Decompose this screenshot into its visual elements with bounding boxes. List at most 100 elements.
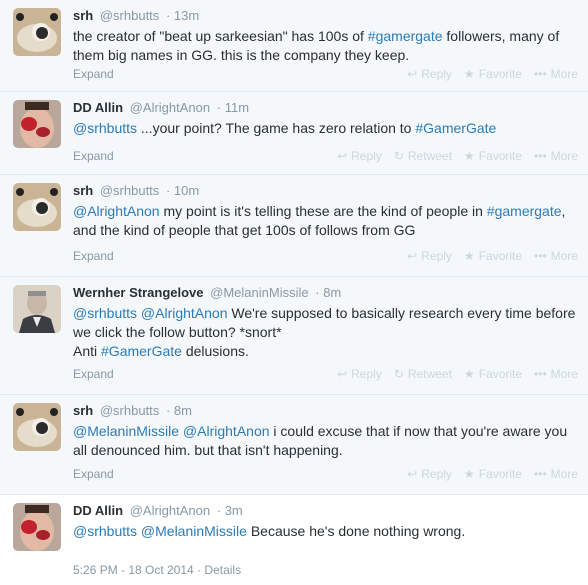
tweet-text: @MelaninMissile @AlrightAnon i could exc… — [73, 422, 578, 460]
tweet-timestamp[interactable]: 11m — [225, 100, 249, 115]
separator-dot: · — [216, 100, 222, 115]
tweet-username[interactable]: @AlrightAnon — [130, 503, 210, 518]
favorite-button[interactable]: ★ Favorite — [464, 247, 522, 265]
retweet-icon: ↻ — [393, 149, 404, 163]
reply-button[interactable]: ↩ Reply — [407, 247, 452, 265]
hashtag-link[interactable]: #gamergate — [487, 203, 562, 219]
reply-label: Reply — [421, 67, 452, 81]
more-icon: ••• — [534, 249, 547, 263]
tweet-text: @AlrightAnon my point is it's telling th… — [73, 202, 578, 240]
avatar-dd-allin[interactable] — [13, 503, 61, 551]
mention-link[interactable]: @AlrightAnon — [183, 423, 270, 439]
tweet-fullname[interactable]: srh — [73, 8, 93, 23]
tweet-text: the creator of "beat up sarkeesian" has … — [73, 27, 578, 65]
tweet-username[interactable]: @srhbutts — [100, 183, 159, 198]
tweet-timestamp[interactable]: 8m — [323, 285, 341, 300]
favorite-icon: ★ — [463, 149, 475, 163]
mention-link[interactable]: @srhbutts — [73, 523, 137, 539]
more-button[interactable]: ••• More — [534, 465, 578, 483]
tweet-3[interactable]: Wernher Strangelove @MelaninMissile · 8m… — [0, 277, 588, 395]
reply-button[interactable]: ↩ Reply — [337, 147, 382, 165]
favorite-icon: ★ — [463, 67, 475, 81]
details-link[interactable]: Details — [204, 563, 241, 577]
avatar-srh[interactable] — [13, 403, 61, 451]
tweet-timestamp[interactable]: 3m — [225, 503, 243, 518]
favorite-button[interactable]: ★ Favorite — [464, 465, 522, 483]
retweet-label: Retweet — [407, 149, 452, 163]
expand-link[interactable]: Expand — [73, 149, 114, 163]
retweet-button[interactable]: ↻ Retweet — [394, 147, 452, 165]
expand-link[interactable]: Expand — [73, 67, 114, 81]
tweet-username[interactable]: @srhbutts — [100, 403, 159, 418]
tweet-0[interactable]: srh @srhbutts · 13m the creator of "beat… — [0, 0, 588, 92]
tweet-2[interactable]: srh @srhbutts · 10m @AlrightAnon my poin… — [0, 175, 588, 277]
mention-link[interactable]: @AlrightAnon — [73, 203, 160, 219]
hashtag-link[interactable]: #GamerGate — [101, 343, 182, 359]
reply-button[interactable]: ↩ Reply — [407, 65, 452, 83]
tweet-fullname[interactable]: DD Allin — [73, 100, 123, 115]
retweet-label: Retweet — [407, 367, 452, 381]
more-icon: ••• — [534, 149, 547, 163]
tweet-timestamp[interactable]: 10m — [174, 183, 199, 198]
tweet-actions: ↩ Reply ★ Favorite ••• More — [395, 247, 578, 265]
tweet-1[interactable]: DD Allin @AlrightAnon · 11m @srhbutts ..… — [0, 92, 588, 175]
tweet-fullname[interactable]: srh — [73, 403, 93, 418]
tweet-actions: ↩ Reply ★ Favorite ••• More — [395, 65, 578, 83]
mention-link[interactable]: @MelaninMissile — [73, 423, 179, 439]
favorite-button[interactable]: ★ Favorite — [464, 365, 522, 383]
reply-button[interactable]: ↩ Reply — [337, 365, 382, 383]
tweet-timestamp[interactable]: 8m — [174, 403, 192, 418]
expand-link[interactable]: Expand — [73, 367, 114, 381]
reply-label: Reply — [351, 149, 382, 163]
tweet-text: @srhbutts ...your point? The game has ze… — [73, 119, 578, 138]
mention-link[interactable]: @srhbutts — [73, 305, 137, 321]
mention-link[interactable]: @MelaninMissile — [141, 523, 247, 539]
mention-link[interactable]: @srhbutts — [73, 120, 137, 136]
reply-icon: ↩ — [407, 67, 418, 81]
separator-dot: · — [165, 183, 171, 198]
mention-link[interactable]: @AlrightAnon — [141, 305, 228, 321]
more-icon: ••• — [534, 67, 547, 81]
conversation-thread: srh @srhbutts · 13m the creator of "beat… — [0, 0, 588, 585]
reply-icon: ↩ — [407, 249, 418, 263]
tweet-5-focused[interactable]: DD Allin @AlrightAnon · 3m @srhbutts @Me… — [0, 495, 588, 585]
more-label: More — [550, 467, 578, 481]
reply-button[interactable]: ↩ Reply — [407, 465, 452, 483]
more-button[interactable]: ••• More — [534, 365, 578, 383]
tweet-fullname[interactable]: Wernher Strangelove — [73, 285, 204, 300]
more-button[interactable]: ••• More — [534, 247, 578, 265]
tweet-username[interactable]: @AlrightAnon — [130, 100, 210, 115]
text-segment: ...your point? The game has zero relatio… — [137, 120, 416, 136]
tweet-fullname[interactable]: DD Allin — [73, 503, 123, 518]
hashtag-link[interactable]: #GamerGate — [415, 120, 496, 136]
avatar-srh[interactable] — [13, 8, 61, 56]
expand-link[interactable]: Expand — [73, 249, 114, 263]
more-label: More — [550, 249, 578, 263]
avatar-wernher-strangelove[interactable] — [13, 285, 61, 333]
favorite-icon: ★ — [463, 367, 475, 381]
favorite-button[interactable]: ★ Favorite — [464, 65, 522, 83]
tweet-text: @srhbutts @AlrightAnon We're supposed to… — [73, 304, 578, 361]
reply-icon: ↩ — [337, 367, 348, 381]
favorite-button[interactable]: ★ Favorite — [464, 147, 522, 165]
text-segment: Because he's done nothing wrong. — [246, 523, 466, 539]
expand-link[interactable]: Expand — [73, 467, 114, 481]
tweet-username[interactable]: @srhbutts — [100, 8, 159, 23]
separator-dot: · — [197, 563, 202, 577]
tweet-footer: Expand ↩ Reply ★ Favorite ••• More — [73, 65, 578, 83]
tweet-fullname[interactable]: srh — [73, 183, 93, 198]
tweet-full-timestamp[interactable]: 5:26 PM - 18 Oct 2014 — [73, 563, 194, 577]
avatar-dd-allin[interactable] — [13, 100, 61, 148]
more-button[interactable]: ••• More — [534, 147, 578, 165]
favorite-label: Favorite — [478, 149, 523, 163]
tweet-username[interactable]: @MelaninMissile — [210, 285, 308, 300]
tweet-4[interactable]: srh @srhbutts · 8m @MelaninMissile @Alri… — [0, 395, 588, 495]
tweet-meta: 5:26 PM - 18 Oct 2014 · Details — [73, 563, 241, 577]
avatar-srh[interactable] — [13, 183, 61, 231]
retweet-button[interactable]: ↻ Retweet — [394, 365, 452, 383]
separator-dot: · — [216, 503, 222, 518]
tweet-actions: ↩ Reply ↻ Retweet ★ Favorite ••• More — [325, 365, 578, 383]
more-button[interactable]: ••• More — [534, 65, 578, 83]
hashtag-link[interactable]: #gamergate — [368, 28, 443, 44]
tweet-timestamp[interactable]: 13m — [174, 8, 199, 23]
